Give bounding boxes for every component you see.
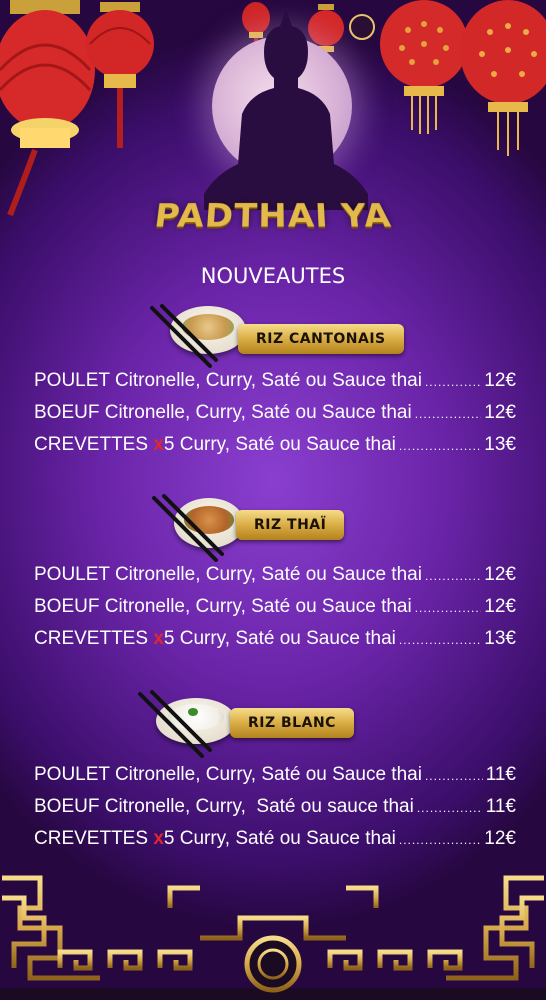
price: 12€ [484, 564, 516, 585]
dish-name: BOEUF Citronelle, Curry, Saté ou sauce t… [34, 796, 414, 817]
dish-name: CREVETTES x5 Curry, Saté ou Sauce thai [34, 628, 396, 649]
dish-name: POULET Citronelle, Curry, Saté ou Sauce … [34, 764, 422, 785]
multiplier-x: x [153, 628, 164, 649]
dish-name: POULET Citronelle, Curry, Saté ou Sauce … [34, 564, 422, 585]
leader-dots: ........................................… [398, 439, 482, 453]
section-riz-thai: RIZ THAÏ POULET Citronelle, Curry, Saté … [0, 494, 546, 664]
leader-dots: ........................................… [424, 375, 482, 389]
page-subtitle: NOUVEAUTES [200, 264, 346, 288]
leader-dots: ........................................… [424, 569, 482, 583]
price: 11€ [485, 764, 516, 785]
leader-dots: ........................................… [414, 407, 482, 421]
leader-dots: ........................................… [416, 801, 483, 815]
leader-dots: ........................................… [424, 769, 483, 783]
dish-name: BOEUF Citronelle, Curry, Saté ou Sauce t… [34, 596, 412, 617]
multiplier-x: x [153, 434, 164, 455]
menu-item: BOEUF Citronelle, Curry, Saté ou sauce t… [34, 796, 516, 826]
price: 12€ [484, 402, 516, 423]
chopsticks-icon [138, 690, 212, 758]
dish-name: BOEUF Citronelle, Curry, Saté ou Sauce t… [34, 402, 412, 423]
price: 12€ [484, 596, 516, 617]
price: 12€ [484, 370, 516, 391]
menu-item: CREVETTES x5 Curry, Saté ou Sauce thai .… [34, 628, 516, 658]
leader-dots: ........................................… [398, 833, 482, 847]
price: 13€ [484, 434, 516, 455]
menu-poster: PADTHAI YA NOUVEAUTES RIZ CANTONAIS POUL… [0, 0, 546, 1000]
leader-dots: ........................................… [414, 601, 482, 615]
buddha-silhouette-icon [204, 10, 368, 210]
chopsticks-icon [150, 304, 218, 368]
section-title: RIZ BLANC [230, 708, 354, 738]
brand-title: PADTHAI YA [152, 197, 394, 236]
price: 12€ [484, 828, 516, 849]
menu-item: POULET Citronelle, Curry, Saté ou Sauce … [34, 564, 516, 594]
dish-name: POULET Citronelle, Curry, Saté ou Sauce … [34, 370, 422, 391]
chopsticks-icon [152, 494, 224, 562]
red-lantern-icon [86, 2, 154, 148]
menu-item: BOEUF Citronelle, Curry, Saté ou Sauce t… [34, 596, 516, 626]
price: 13€ [484, 628, 516, 649]
dish-name: CREVETTES x5 Curry, Saté ou Sauce thai [34, 434, 396, 455]
section-riz-cantonais: RIZ CANTONAIS POULET Citronelle, Curry, … [0, 300, 546, 470]
price: 11€ [485, 796, 516, 817]
section-title: RIZ THAÏ [236, 510, 345, 540]
menu-item: POULET Citronelle, Curry, Saté ou Sauce … [34, 764, 516, 794]
dish-name: CREVETTES x5 Curry, Saté ou Sauce thai [34, 828, 396, 849]
menu-item: BOEUF Citronelle, Curry, Saté ou Sauce t… [34, 402, 516, 432]
medallion-icon [244, 935, 302, 993]
menu-item: CREVETTES x5 Curry, Saté ou Sauce thai .… [34, 434, 516, 464]
red-lantern-icon [460, 0, 546, 156]
section-riz-blanc: RIZ BLANC POULET Citronelle, Curry, Saté… [0, 688, 546, 858]
menu-item: POULET Citronelle, Curry, Saté ou Sauce … [34, 370, 516, 400]
multiplier-x: x [153, 828, 164, 849]
section-title: RIZ CANTONAIS [238, 324, 404, 354]
menu-item: CREVETTES x5 Curry, Saté ou Sauce thai .… [34, 828, 516, 858]
leader-dots: ........................................… [398, 633, 482, 647]
gold-fret-border [0, 875, 546, 1000]
